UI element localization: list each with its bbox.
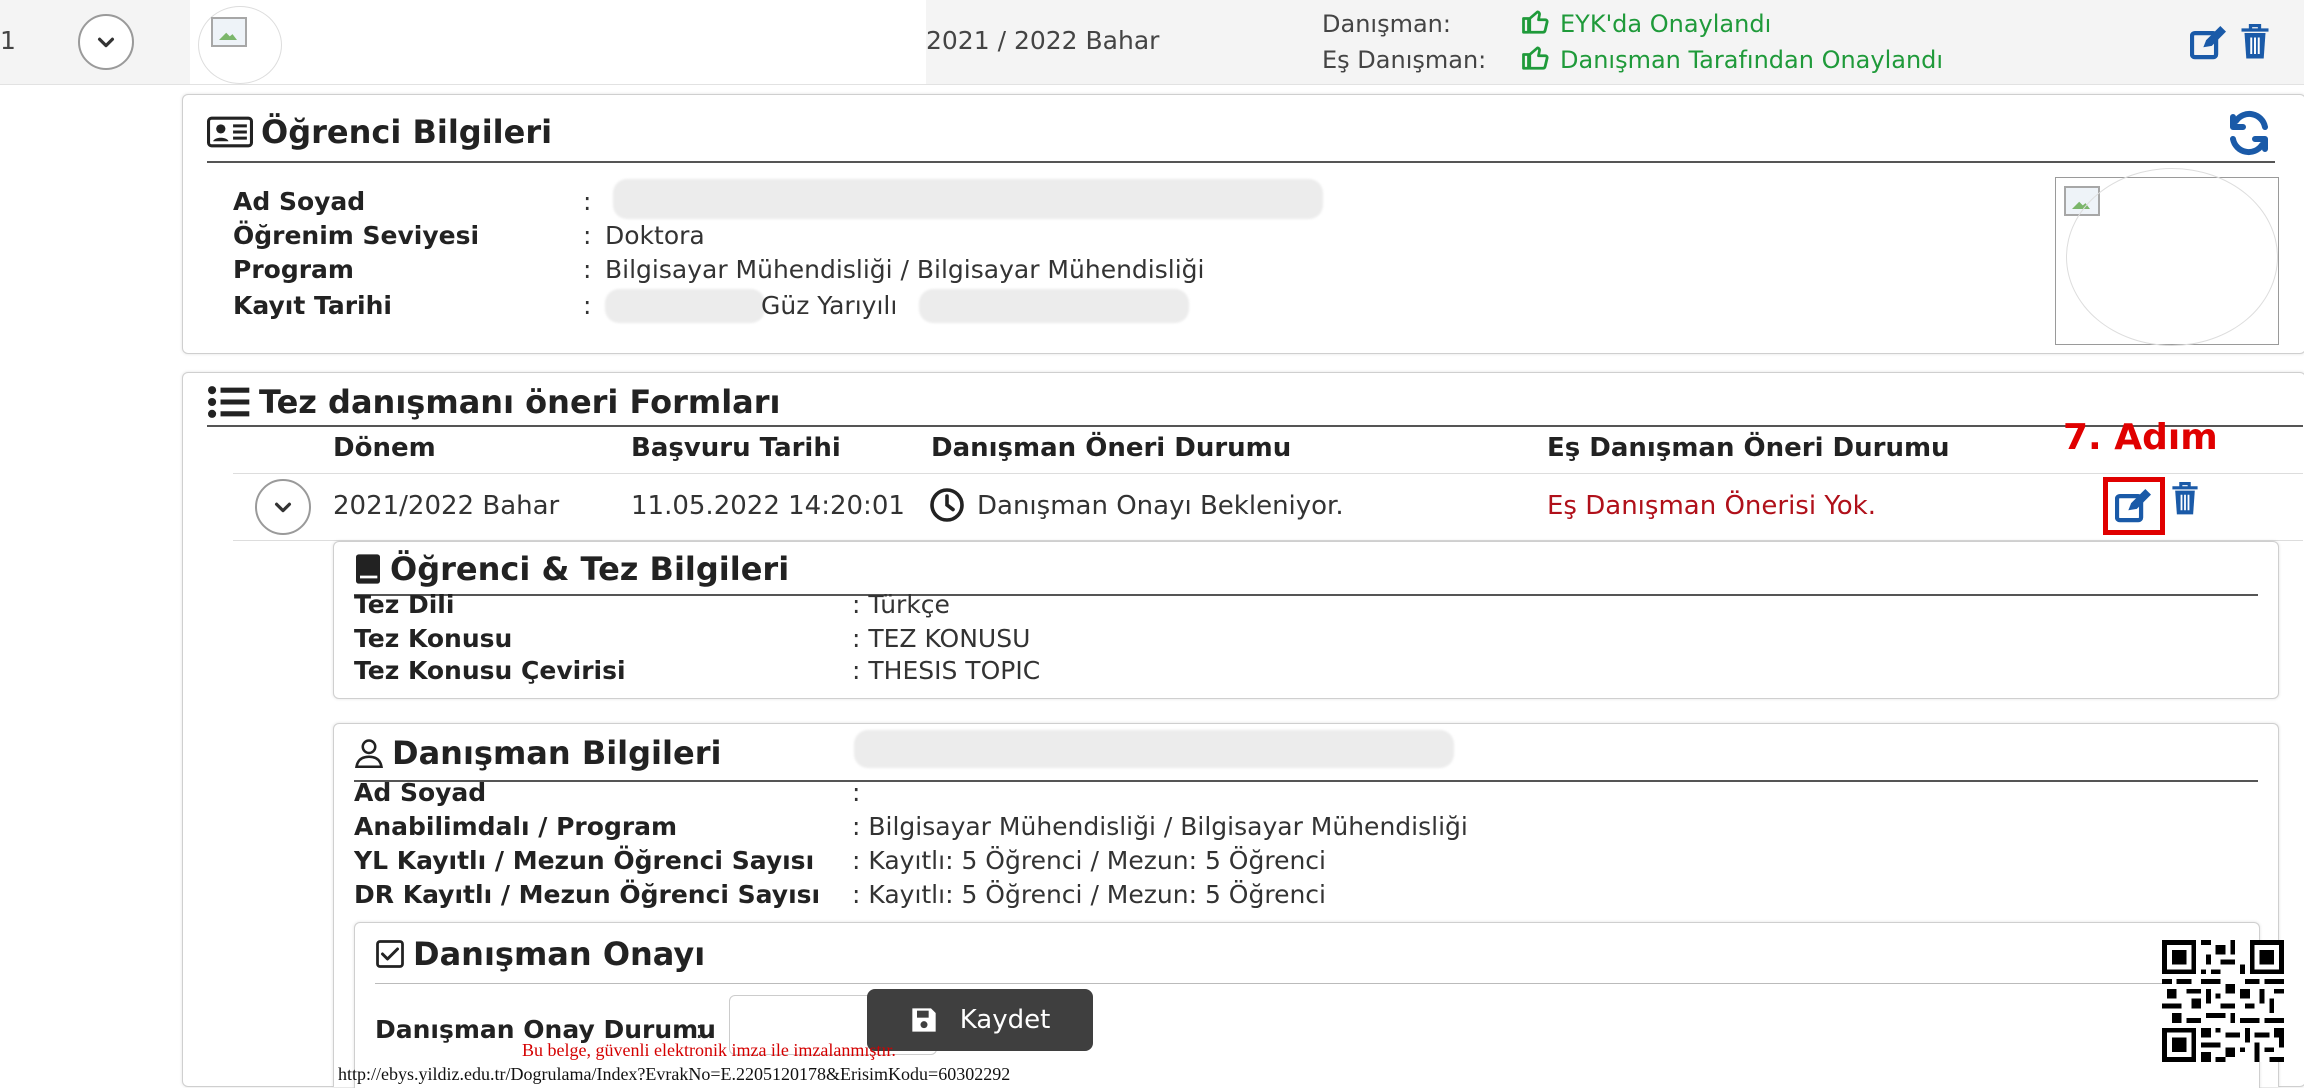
book-icon <box>356 554 380 584</box>
field-separator: : <box>583 221 592 250</box>
field-value-ms-students: : Kayıtlı: 5 Öğrenci / Mezun: 5 Öğrenci <box>852 846 1326 875</box>
thumbs-up-icon <box>1522 10 1549 34</box>
field-label-registration-date: Kayıt Tarihi <box>233 291 392 320</box>
advisor-label: Danışman: <box>1322 10 1451 38</box>
trash-icon[interactable] <box>2240 24 2270 60</box>
user-icon <box>355 739 383 768</box>
expand-form-button[interactable] <box>255 479 311 535</box>
field-label-program: Program <box>233 255 354 284</box>
field-label-phd-students: DR Kayıtlı / Mezun Öğrenci Sayısı <box>354 880 821 909</box>
trash-icon[interactable] <box>2171 481 2199 517</box>
field-label-level: Öğrenim Seviyesi <box>233 221 480 250</box>
student-thumbnail-area <box>190 0 926 84</box>
chevron-down-icon <box>274 502 292 513</box>
field-value-thesis-language: : Türkçe <box>852 590 950 619</box>
expand-row-button[interactable] <box>78 14 134 70</box>
approval-heading: Danışman Onayı <box>375 935 705 973</box>
thumbs-up-icon <box>1522 46 1549 70</box>
field-value-level: Doktora <box>605 221 705 250</box>
field-separator: : <box>583 291 592 320</box>
save-label: Kaydet <box>959 1005 1051 1035</box>
student-thumbnail <box>198 6 282 84</box>
field-value-thesis-topic: : TEZ KONUSU <box>852 624 1031 653</box>
form-period: 2021/2022 Bahar <box>333 491 560 521</box>
field-label-advisor-name: Ad Soyad <box>354 778 487 807</box>
verification-url[interactable]: http://ebys.yildiz.edu.tr/Dogrulama/Inde… <box>338 1064 1010 1085</box>
refresh-icon[interactable] <box>2223 109 2275 157</box>
list-icon <box>208 386 250 418</box>
application-period: 2021 / 2022 Bahar <box>926 26 1160 55</box>
advisor-forms-panel: Tez danışmanı öneri Formları Dönem Başvu… <box>182 372 2304 1088</box>
advisor-status: EYK'da Onaylandı <box>1560 10 1772 38</box>
qr-code-icon <box>2162 940 2284 1062</box>
divider <box>354 594 2258 596</box>
form-date: 11.05.2022 14:20:01 <box>631 491 905 521</box>
field-separator: : <box>583 255 592 284</box>
thesis-info-title: Öğrenci & Tez Bilgileri <box>390 550 790 588</box>
forms-heading: Tez danışmanı öneri Formları <box>207 383 781 421</box>
clock-icon <box>930 488 964 522</box>
student-info-heading: Öğrenci Bilgileri <box>207 113 552 151</box>
field-value-thesis-translation: : THESIS TOPIC <box>852 656 1041 685</box>
column-header-date: Başvuru Tarihi <box>631 433 841 463</box>
column-header-period: Dönem <box>333 433 436 463</box>
broken-image-icon <box>211 17 247 47</box>
field-label-ms-students: YL Kayıtlı / Mezun Öğrenci Sayısı <box>354 846 815 875</box>
row-number: 1 <box>0 26 16 55</box>
student-info-panel: Öğrenci Bilgileri Ad Soyad : Öğrenim Sev… <box>182 94 2304 354</box>
field-label-thesis-translation: Tez Konusu Çevirisi <box>354 656 626 685</box>
column-header-co-advisor-status: Eş Danışman Öneri Durumu <box>1547 433 1950 463</box>
edit-icon <box>2115 489 2151 523</box>
field-separator: : <box>583 187 592 216</box>
edit-icon[interactable] <box>2190 26 2228 60</box>
field-label-thesis-topic: Tez Konusu <box>354 624 513 653</box>
form-co-advisor-status: Eş Danışman Önerisi Yok. <box>1547 491 1876 521</box>
divider <box>354 780 2258 782</box>
photo-mask <box>2066 168 2278 346</box>
floppy-disk-icon <box>912 1008 936 1032</box>
chevron-down-icon <box>97 37 115 48</box>
thesis-info-panel: Öğrenci & Tez Bilgileri Tez Dili : Türkç… <box>333 541 2279 699</box>
field-value-semester: Güz Yarıyılı <box>761 291 898 320</box>
advisor-info-title: Danışman Bilgileri <box>392 734 722 772</box>
redacted-date <box>919 289 1189 323</box>
thesis-info-heading: Öğrenci & Tez Bilgileri <box>354 550 789 588</box>
field-label-name: Ad Soyad <box>233 187 366 216</box>
advisor-info-heading: Danışman Bilgileri <box>354 734 721 772</box>
field-label-department: Anabilimdalı / Program <box>354 812 678 841</box>
application-row: 1 2021 / 2022 Bahar Danışman: EYK'da Ona… <box>0 0 2304 85</box>
field-value-advisor-name: : <box>852 778 861 807</box>
co-advisor-status: Danışman Tarafından Onaylandı <box>1560 46 1944 74</box>
column-header-advisor-status: Danışman Öneri Durumu <box>931 433 1292 463</box>
field-value-program: Bilgisayar Mühendisliği / Bilgisayar Müh… <box>605 255 1205 284</box>
student-photo <box>2055 168 2279 346</box>
divider <box>207 425 2303 427</box>
student-info-title: Öğrenci Bilgileri <box>261 113 553 151</box>
field-value-phd-students: : Kayıtlı: 5 Öğrenci / Mezun: 5 Öğrenci <box>852 880 1326 909</box>
form-advisor-status: Danışman Onayı Bekleniyor. <box>977 491 1344 521</box>
field-label-thesis-language: Tez Dili <box>354 590 455 619</box>
approval-title: Danışman Onayı <box>413 935 706 973</box>
divider <box>375 983 2239 984</box>
advisor-info-panel: Danışman Bilgileri Ad Soyad : Anabilimda… <box>333 723 2279 1088</box>
field-value-department: : Bilgisayar Mühendisliği / Bilgisayar M… <box>852 812 1468 841</box>
id-card-icon <box>207 116 253 148</box>
redacted-year <box>605 289 765 323</box>
save-button[interactable]: Kaydet <box>867 989 1093 1051</box>
edit-form-button[interactable] <box>2103 477 2165 535</box>
redacted-name <box>613 179 1323 219</box>
co-advisor-label: Eş Danışman: <box>1322 46 1487 74</box>
redacted-advisor-name <box>854 730 1454 768</box>
step-annotation: 7. Adım <box>2063 417 2218 458</box>
forms-title: Tez danışmanı öneri Formları <box>259 383 781 421</box>
check-square-icon <box>376 940 404 968</box>
divider <box>207 161 2275 163</box>
signature-note: Bu belge, güvenli elektronik imza ile im… <box>522 1040 896 1060</box>
